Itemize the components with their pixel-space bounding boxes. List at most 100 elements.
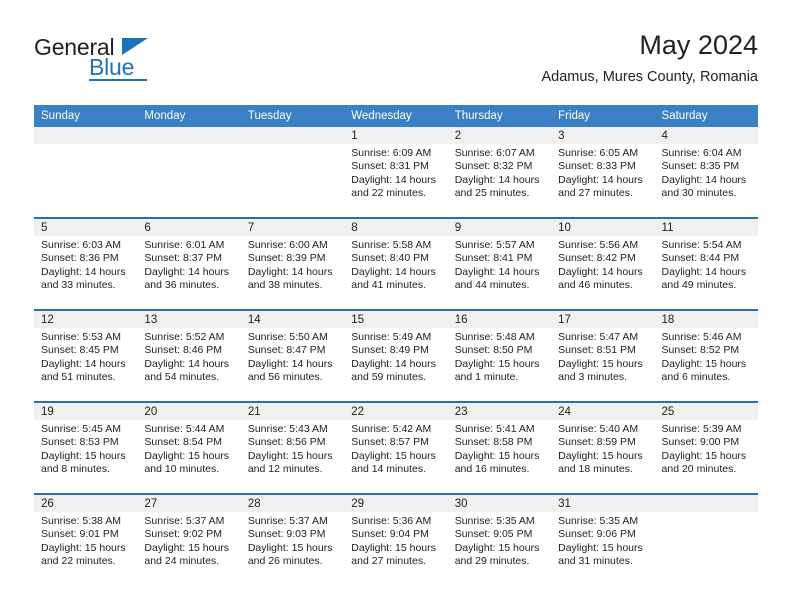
- sunset-text: Sunset: 8:35 PM: [661, 160, 740, 173]
- sunrise-text: Sunrise: 5:48 AM: [454, 331, 535, 343]
- calendar-day-cell[interactable]: 8 Sunrise: 5:58 AM Sunset: 8:40 PM Daylight…: [344, 217, 448, 310]
- day-number: 11: [654, 219, 758, 236]
- calendar-day-cell[interactable]: 16 Sunrise: 5:48 AM Sunset: 8:50 PM Dayligh…: [447, 309, 552, 402]
- sunrise-text: Sunrise: 5:44 AM: [144, 423, 225, 435]
- day-number: 4: [654, 127, 758, 144]
- day-number: 5: [34, 219, 138, 236]
- day-details: Sunrise: 6:03 AM Sunset: 8:36 PM Daylight:…: [34, 236, 137, 293]
- brand-logo[interactable]: General Blue: [34, 34, 164, 86]
- calendar-day-cell[interactable]: 4 Sunrise: 6:04 AM Sunset: 8:35 PM Daylight…: [654, 127, 758, 218]
- calendar-week-row: 19 Sunrise: 5:45 AM Sunset: 8:53 PM Dayligh…: [34, 401, 758, 494]
- calendar-day-cell[interactable]: 13 Sunrise: 5:52 AM Sunset: 8:46 PM Dayligh…: [137, 309, 241, 402]
- daylight-text: Daylight: 15 hours and 18 minutes.: [558, 449, 643, 476]
- day-number: 3: [551, 127, 655, 144]
- calendar-day-cell[interactable]: 7 Sunrise: 6:00 AM Sunset: 8:39 PM Daylight…: [240, 217, 345, 310]
- calendar-day-cell[interactable]: 21 Sunrise: 5:43 AM Sunset: 8:56 PM Dayligh…: [240, 401, 345, 494]
- sunset-text: Sunset: 9:06 PM: [558, 528, 636, 541]
- day-number: 14: [240, 311, 345, 328]
- sunset-text: Sunset: 8:44 PM: [661, 252, 740, 265]
- day-number: 15: [344, 311, 448, 328]
- calendar-day-cell[interactable]: 28 Sunrise: 5:37 AM Sunset: 9:03 PM Dayligh…: [240, 493, 345, 585]
- daylight-text: Daylight: 14 hours and 36 minutes.: [144, 265, 230, 292]
- day-details: Sunrise: 6:01 AM Sunset: 8:37 PM Daylight:…: [137, 236, 240, 293]
- daylight-text: Daylight: 15 hours and 31 minutes.: [558, 541, 643, 568]
- calendar-day-cell[interactable]: 29 Sunrise: 5:36 AM Sunset: 9:04 PM Dayligh…: [344, 493, 448, 585]
- calendar-day-cell[interactable]: 24 Sunrise: 5:40 AM Sunset: 8:59 PM Dayligh…: [551, 401, 655, 494]
- sunrise-text: Sunrise: 6:01 AM: [144, 239, 225, 251]
- calendar-day-cell[interactable]: 22 Sunrise: 5:42 AM Sunset: 8:57 PM Dayligh…: [344, 401, 448, 494]
- sunrise-text: Sunrise: 5:52 AM: [144, 331, 225, 343]
- day-number: 1: [344, 127, 448, 144]
- daylight-text: Daylight: 15 hours and 20 minutes.: [661, 449, 747, 476]
- calendar-day-cell[interactable]: 20 Sunrise: 5:44 AM Sunset: 8:54 PM Dayligh…: [137, 401, 241, 494]
- day-number: [137, 127, 241, 144]
- calendar-table: Sunday Monday Tuesday Wednesday Thursday…: [34, 105, 758, 585]
- calendar-day-cell[interactable]: 19 Sunrise: 5:45 AM Sunset: 8:53 PM Dayligh…: [34, 401, 138, 494]
- day-details: Sunrise: 5:37 AM Sunset: 9:02 PM Daylight:…: [137, 512, 240, 569]
- calendar-day-cell[interactable]: 25 Sunrise: 5:39 AM Sunset: 9:00 PM Dayligh…: [654, 401, 758, 494]
- daylight-text: Daylight: 14 hours and 27 minutes.: [558, 173, 643, 200]
- sunset-text: Sunset: 8:37 PM: [144, 252, 223, 265]
- sunset-text: Sunset: 8:31 PM: [351, 160, 429, 173]
- calendar-day-cell[interactable]: 26 Sunrise: 5:38 AM Sunset: 9:01 PM Dayligh…: [34, 493, 138, 585]
- daylight-text: Daylight: 14 hours and 33 minutes.: [41, 265, 126, 292]
- day-details: Sunrise: 5:47 AM Sunset: 8:51 PM Daylight:…: [551, 328, 654, 385]
- calendar-day-cell[interactable]: 5 Sunrise: 6:03 AM Sunset: 8:36 PM Daylight…: [34, 217, 138, 310]
- daylight-text: Daylight: 14 hours and 22 minutes.: [351, 173, 436, 200]
- day-details: Sunrise: 5:52 AM Sunset: 8:46 PM Daylight:…: [137, 328, 240, 385]
- sunset-text: Sunset: 8:36 PM: [41, 252, 119, 265]
- sunrise-text: Sunrise: 5:40 AM: [558, 423, 639, 435]
- calendar-day-cell[interactable]: 31 Sunrise: 5:35 AM Sunset: 9:06 PM Dayligh…: [551, 493, 655, 585]
- day-details: Sunrise: 6:00 AM Sunset: 8:39 PM Daylight:…: [241, 236, 344, 293]
- calendar-day-cell[interactable]: 18 Sunrise: 5:46 AM Sunset: 8:52 PM Dayligh…: [654, 309, 758, 402]
- day-details: Sunrise: 5:41 AM Sunset: 8:58 PM Daylight:…: [448, 420, 551, 477]
- calendar-day-cell[interactable]: 6 Sunrise: 6:01 AM Sunset: 8:37 PM Daylight…: [137, 217, 241, 310]
- daylight-text: Daylight: 14 hours and 44 minutes.: [454, 265, 540, 292]
- day-number: 22: [344, 403, 448, 420]
- calendar-day-cell[interactable]: 10 Sunrise: 5:56 AM Sunset: 8:42 PM Dayligh…: [551, 217, 655, 310]
- sunrise-text: Sunrise: 5:57 AM: [454, 239, 535, 251]
- sunrise-text: Sunrise: 5:37 AM: [247, 515, 328, 527]
- sunset-text: Sunset: 8:40 PM: [351, 252, 429, 265]
- day-details: Sunrise: 5:36 AM Sunset: 9:04 PM Daylight:…: [344, 512, 447, 569]
- day-details: Sunrise: 5:40 AM Sunset: 8:59 PM Daylight:…: [551, 420, 654, 477]
- sunset-text: Sunset: 8:53 PM: [41, 436, 119, 449]
- calendar-day-cell[interactable]: 11 Sunrise: 5:54 AM Sunset: 8:44 PM Dayligh…: [654, 217, 758, 310]
- sunset-text: Sunset: 9:00 PM: [661, 436, 740, 449]
- sunrise-text: Sunrise: 6:07 AM: [454, 147, 535, 159]
- calendar-day-cell[interactable]: 12 Sunrise: 5:53 AM Sunset: 8:45 PM Dayligh…: [34, 309, 138, 402]
- day-number: 13: [137, 311, 241, 328]
- day-details: Sunrise: 5:38 AM Sunset: 9:01 PM Daylight:…: [34, 512, 137, 569]
- day-number: 25: [654, 403, 758, 420]
- calendar-day-cell[interactable]: 23 Sunrise: 5:41 AM Sunset: 8:58 PM Dayligh…: [447, 401, 552, 494]
- day-number: 12: [34, 311, 138, 328]
- calendar-day-cell[interactable]: 1 Sunrise: 6:09 AM Sunset: 8:31 PM Daylight…: [344, 127, 448, 218]
- title-block: May 2024 Adamus, Mures County, Romania: [541, 28, 758, 88]
- day-details: Sunrise: 5:57 AM Sunset: 8:41 PM Daylight:…: [448, 236, 551, 293]
- calendar-day-cell[interactable]: 15 Sunrise: 5:49 AM Sunset: 8:49 PM Dayligh…: [344, 309, 448, 402]
- calendar-day-cell[interactable]: 2 Sunrise: 6:07 AM Sunset: 8:32 PM Daylight…: [447, 127, 552, 218]
- calendar-day-cell[interactable]: 3 Sunrise: 6:05 AM Sunset: 8:33 PM Daylight…: [551, 127, 655, 218]
- sunset-text: Sunset: 9:03 PM: [247, 528, 326, 541]
- sunset-text: Sunset: 8:51 PM: [558, 344, 636, 357]
- daylight-text: Daylight: 14 hours and 41 minutes.: [351, 265, 436, 292]
- day-number: [34, 127, 138, 144]
- calendar-day-cell-empty: [34, 127, 138, 218]
- daylight-text: Daylight: 15 hours and 3 minutes.: [558, 357, 643, 384]
- calendar-day-cell[interactable]: 14 Sunrise: 5:50 AM Sunset: 8:47 PM Dayligh…: [240, 309, 345, 402]
- calendar-day-cell[interactable]: 9 Sunrise: 5:57 AM Sunset: 8:41 PM Daylight…: [447, 217, 552, 310]
- day-number: 26: [34, 495, 138, 512]
- calendar-day-cell[interactable]: 27 Sunrise: 5:37 AM Sunset: 9:02 PM Dayligh…: [137, 493, 241, 585]
- calendar-day-cell[interactable]: 17 Sunrise: 5:47 AM Sunset: 8:51 PM Dayligh…: [551, 309, 655, 402]
- calendar-day-cell[interactable]: 30 Sunrise: 5:35 AM Sunset: 9:05 PM Dayligh…: [447, 493, 552, 585]
- day-number: [240, 127, 345, 144]
- day-number: 7: [240, 219, 345, 236]
- sunset-text: Sunset: 9:02 PM: [144, 528, 223, 541]
- day-details: Sunrise: 6:07 AM Sunset: 8:32 PM Daylight:…: [448, 144, 551, 201]
- day-details: Sunrise: 5:53 AM Sunset: 8:45 PM Daylight:…: [34, 328, 137, 385]
- calendar-day-cell-empty: [137, 127, 241, 218]
- day-number: 31: [551, 495, 655, 512]
- sunrise-text: Sunrise: 6:03 AM: [41, 239, 121, 251]
- daylight-text: Daylight: 15 hours and 10 minutes.: [144, 449, 230, 476]
- sunrise-text: Sunrise: 5:50 AM: [247, 331, 328, 343]
